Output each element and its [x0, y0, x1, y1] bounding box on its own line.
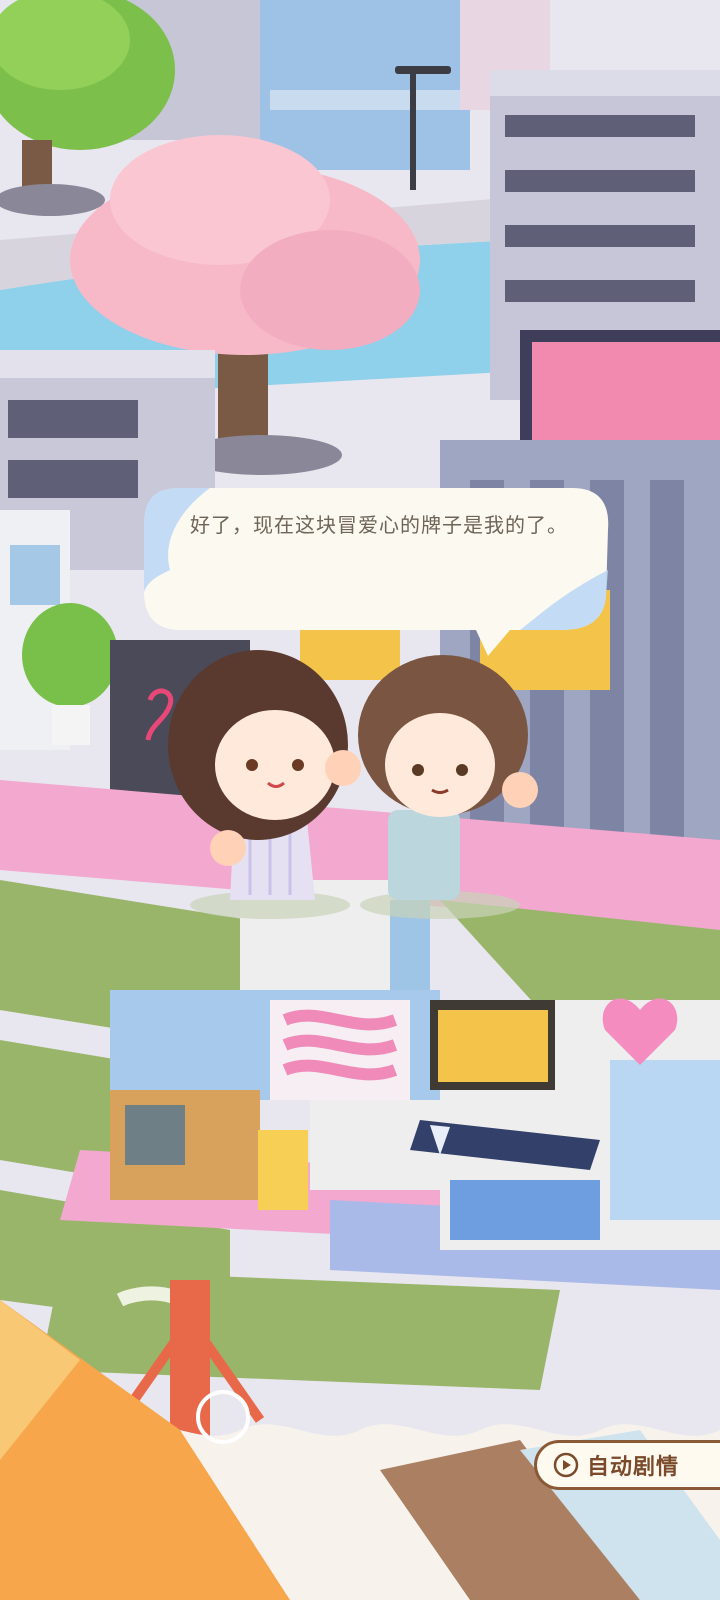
auto-story-button[interactable]: 自动剧情	[534, 1440, 720, 1490]
auto-story-label: 自动剧情	[587, 1455, 680, 1480]
dialogue-bubble-shape	[144, 488, 609, 656]
dialogue-bubble[interactable]: 好了，现在这块冒爱心的牌子是我的了。	[140, 480, 612, 656]
city-background	[0, 0, 720, 1600]
skip-circle-button[interactable]	[196, 1390, 250, 1444]
play-circle-icon	[553, 1452, 579, 1478]
dialogue-text: 好了，现在这块冒爱心的牌子是我的了。	[190, 513, 568, 537]
game-scene: 好了，现在这块冒爱心的牌子是我的了。 自动剧情	[0, 0, 720, 1600]
